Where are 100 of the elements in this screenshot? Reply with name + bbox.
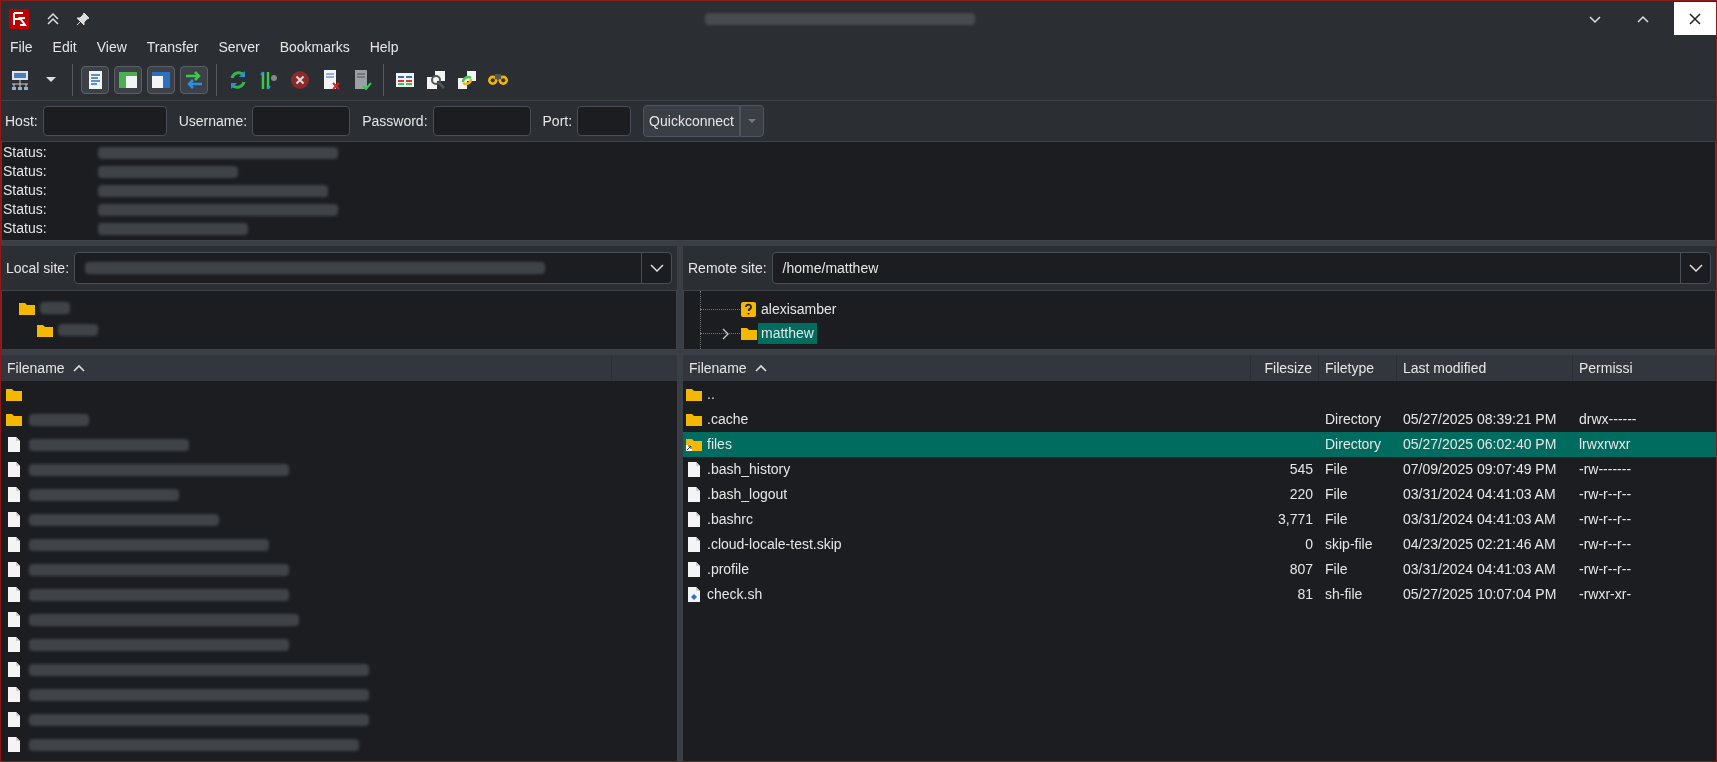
app-logo-icon [9,8,29,29]
log-label: Status: [2,219,48,238]
file-icon [5,436,23,453]
blurred-text [40,302,70,314]
modified-date: 05/27/2025 08:39:21 PM [1403,411,1557,427]
menu-item[interactable]: Bookmarks [279,37,350,58]
file-name: .bashrc [707,510,753,529]
file-icon [5,611,23,628]
menu-item[interactable]: Edit [52,37,77,58]
file-name: .profile [707,560,750,579]
toolbar-button[interactable] [147,65,175,94]
close-icon [1688,11,1702,26]
folder-icon [685,386,703,403]
site-label: Local site: [6,258,70,278]
file-type: File [1325,561,1348,577]
file-row[interactable]: .bash_history 545 File 07/09/2025 09:07:49 PM -rw------- [683,457,1716,482]
file-row[interactable]: .cloud-locale-test.skip 0 skip-file 04/23/2025 02:21:46 AM -rw-r--r-- [683,532,1716,557]
field-label: Username: [178,111,248,131]
input-field[interactable] [252,106,351,136]
file-icon [5,686,23,703]
file-row[interactable]: .. [683,382,1716,407]
field-label: Host: [5,111,38,131]
log-label: Status: [2,181,48,200]
column-header[interactable]: Filename [1,355,612,381]
file-icon [5,661,23,678]
transfer-arrows-icon [183,68,205,91]
input-field[interactable] [577,106,632,136]
file-icon [5,561,23,578]
menu-item[interactable]: Server [218,37,260,58]
tree-item[interactable]: alexisamber [758,298,840,320]
tree-item[interactable]: matthew [758,322,817,344]
modified-date: 03/31/2024 04:41:03 AM [1403,511,1556,527]
log-label: Status: [2,162,48,181]
column-header[interactable]: Last modified [1397,355,1573,381]
input-field[interactable] [42,106,167,136]
sync-icon [456,68,478,91]
modified-date: 07/09/2025 09:07:49 PM [1403,461,1557,477]
question-folder-icon [740,300,758,318]
modified-date: 03/31/2024 04:41:03 AM [1403,486,1556,502]
chevron-down-icon[interactable] [1688,264,1703,272]
site-label: Remote site: [688,258,767,278]
pin-icon[interactable] [75,10,91,27]
menu-item[interactable]: Help [369,37,399,58]
file-row[interactable]: .bashrc 3,771 File 03/31/2024 04:41:03 AM -rw-r--r-- [683,507,1716,532]
file-type: skip-file [1325,536,1373,552]
file-size: 3,771 [1277,511,1313,527]
chevron-down-icon[interactable] [649,264,664,272]
modified-date: 04/23/2025 02:21:46 AM [1403,536,1556,552]
log-label: Status: [2,200,48,219]
sort-ascending-icon [754,364,767,372]
menu-item[interactable]: View [96,37,127,58]
permissions: -rw-r--r-- [1579,536,1632,552]
permissions: -rw-r--r-- [1579,486,1632,502]
file-icon [5,461,23,478]
file-row[interactable]: .bash_logout 220 File 03/31/2024 04:41:03 AM -rw-r--r-- [683,482,1716,507]
menu-item[interactable]: Transfer [146,37,199,58]
file-icon [685,511,703,528]
path-text: /home/matthew [782,258,879,278]
permissions: -rw-r--r-- [1579,511,1632,527]
blurred-text [58,324,98,336]
path-dropdown[interactable]: /home/matthew [771,252,1711,284]
file-icon [5,486,23,503]
file-icon [685,461,703,478]
modified-date: 05/27/2025 06:02:40 PM [1403,436,1557,452]
file-row[interactable]: check.sh 81 sh-file 05/27/2025 10:07:04 PM -rwxr-xr- [683,582,1716,607]
permissions: drwx------ [1579,411,1637,427]
column-header[interactable]: Filetype [1319,355,1397,381]
permissions: -rw------- [1579,461,1632,477]
file-row[interactable]: .profile 807 File 03/31/2024 04:41:03 AM -rw-r--r-- [683,557,1716,582]
site-manager-icon [9,68,31,91]
field-label: Port: [542,111,573,131]
modified-date: 03/31/2024 04:41:03 AM [1403,561,1556,577]
file-type: sh-file [1325,586,1363,602]
field-label: Password: [362,111,428,131]
toolbar-button[interactable] [114,65,142,94]
file-icon [5,636,23,653]
caret-icon [746,118,757,124]
blurred-text [29,413,89,426]
input-field[interactable] [432,106,531,136]
toolbar-button[interactable] [180,65,208,94]
binoculars-icon [488,74,508,85]
column-header[interactable]: Filesize [1251,355,1319,381]
file-row[interactable]: .cache Directory 05/27/2025 08:39:21 PM drwx------ [683,407,1716,432]
file-icon [685,536,703,553]
column-header[interactable]: Permissi [1573,355,1716,381]
folder-icon [5,411,23,428]
file-size: 81 [1297,586,1313,602]
file-row[interactable]: files Directory 05/27/2025 06:02:40 PM lrwxrwxr [683,432,1716,457]
file-name: .cache [707,410,749,429]
chevron-right-icon[interactable] [722,327,730,340]
menu-item[interactable]: File [10,37,33,58]
toolbar-button[interactable] [81,65,109,94]
quickconnect-button[interactable]: Quickconnect [643,105,740,137]
close-button[interactable] [1674,2,1716,35]
log-label: Status: [2,143,48,162]
file-type: File [1325,511,1348,527]
cancel-icon [289,68,311,91]
double-chevron-up-icon[interactable] [45,10,61,27]
column-header[interactable]: Filename [683,355,1251,381]
file-name: .. [707,385,715,404]
